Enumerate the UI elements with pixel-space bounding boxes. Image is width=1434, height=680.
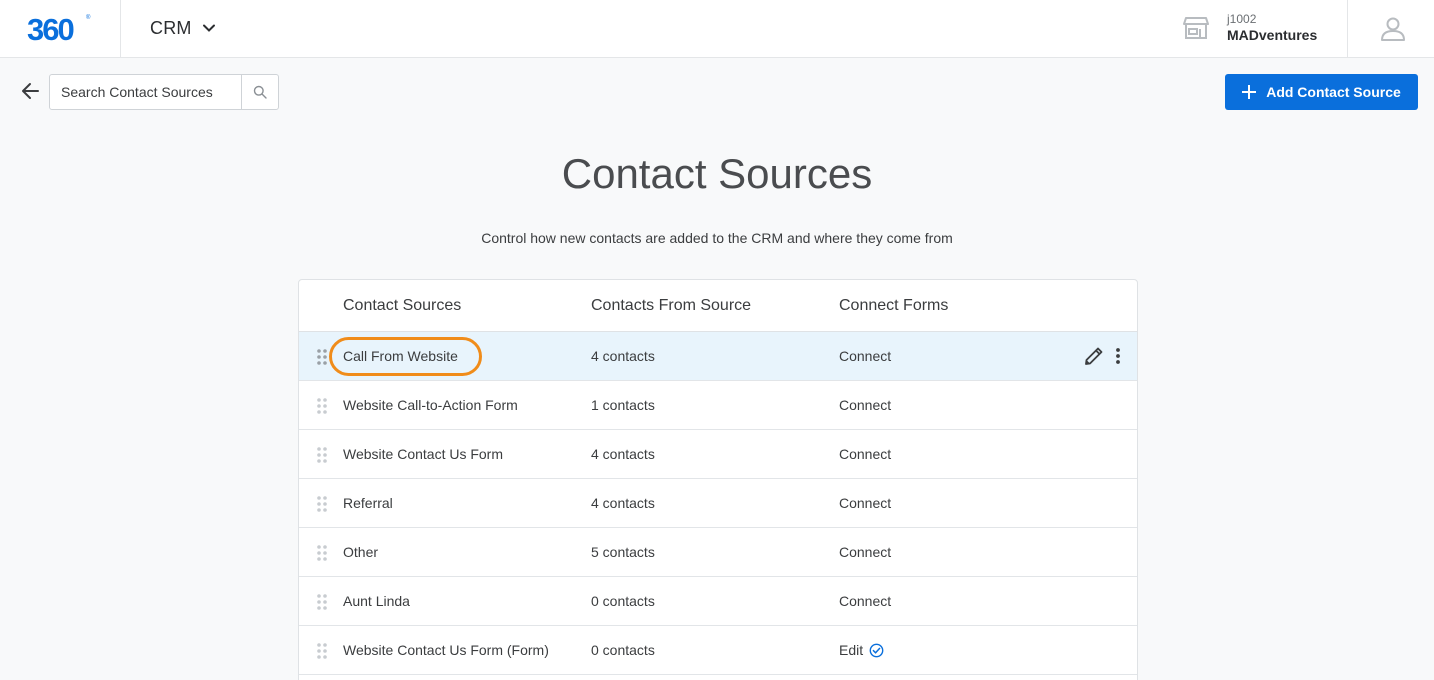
account-id: j1002 xyxy=(1227,12,1257,26)
source-name: Website Contact Us Form xyxy=(343,446,504,462)
connect-link[interactable]: Connect xyxy=(839,593,891,609)
drag-handle-icon[interactable] xyxy=(316,593,328,611)
source-name: Call From Website xyxy=(343,348,458,364)
search-button[interactable] xyxy=(241,75,278,109)
chevron-down-icon xyxy=(202,24,215,32)
back-arrow-icon[interactable] xyxy=(20,80,42,102)
column-header-contact-sources: Contact Sources xyxy=(343,297,462,314)
drag-handle-icon[interactable] xyxy=(316,642,328,660)
edit-form-link[interactable]: Edit xyxy=(839,642,884,658)
search-box xyxy=(49,74,279,110)
connect-link[interactable]: Connect xyxy=(839,495,891,511)
top-bar: 360 ® CRM j1002 MADventures xyxy=(0,0,1434,58)
source-name: Aunt Linda xyxy=(343,593,410,609)
divider xyxy=(1347,0,1348,58)
more-options-icon[interactable] xyxy=(1115,347,1121,365)
contact-count: 1 contacts xyxy=(591,397,655,413)
table-row[interactable]: Aunt Linda 0 contacts Connect xyxy=(299,577,1137,626)
source-name: Website Contact Us Form (Form) xyxy=(343,642,549,658)
drag-handle-icon[interactable] xyxy=(316,446,328,464)
table-row[interactable]: Website Contact Us Form 4 contacts Conne… xyxy=(299,430,1137,479)
table-row[interactable]: Referral 4 contacts Connect xyxy=(299,479,1137,528)
app-name: CRM xyxy=(150,17,192,38)
page-subtitle: Control how new contacts are added to th… xyxy=(481,230,953,246)
pencil-icon[interactable] xyxy=(1083,345,1105,367)
contact-sources-table: Contact Sources Contacts From Source Con… xyxy=(298,279,1138,680)
app-switcher[interactable]: CRM xyxy=(150,16,216,40)
table-header: Contact Sources Contacts From Source Con… xyxy=(299,280,1137,332)
source-name: Other xyxy=(343,544,379,560)
column-header-connect-forms: Connect Forms xyxy=(839,297,949,314)
add-button-label: Add Contact Source xyxy=(1266,84,1401,100)
connect-link[interactable]: Connect xyxy=(839,544,891,560)
user-icon[interactable] xyxy=(1380,16,1406,42)
table-row[interactable]: Call From Website 4 contacts Connect xyxy=(299,332,1137,381)
contact-count: 0 contacts xyxy=(591,593,655,609)
contact-count: 4 contacts xyxy=(591,446,655,462)
row-actions xyxy=(1083,345,1121,367)
contact-count: 4 contacts xyxy=(591,495,655,511)
edit-label: Edit xyxy=(839,642,864,658)
source-name: Website Call-to-Action Form xyxy=(343,397,518,413)
account-info[interactable]: j1002 MADventures xyxy=(1227,12,1317,44)
logo-text: 360 xyxy=(27,12,73,45)
contact-count: 4 contacts xyxy=(591,348,655,364)
contact-count: 5 contacts xyxy=(591,544,655,560)
column-header-contacts-from-source: Contacts From Source xyxy=(591,297,752,314)
drag-handle-icon[interactable] xyxy=(316,544,328,562)
table-row[interactable]: Other 5 contacts Connect xyxy=(299,528,1137,577)
drag-handle-icon[interactable] xyxy=(316,348,328,366)
connect-link[interactable]: Connect xyxy=(839,397,891,413)
table-row[interactable]: Website Call-to-Action Form 1 contacts C… xyxy=(299,381,1137,430)
store-icon[interactable] xyxy=(1183,16,1209,40)
source-name: Referral xyxy=(343,495,393,511)
connect-link[interactable]: Connect xyxy=(839,446,891,462)
contact-count: 0 contacts xyxy=(591,642,655,658)
page-title: Contact Sources xyxy=(561,150,873,197)
add-contact-source-button[interactable]: Add Contact Source xyxy=(1225,74,1418,110)
drag-handle-icon[interactable] xyxy=(316,495,328,513)
logo-360[interactable]: 360 ® xyxy=(26,11,94,45)
search-input[interactable] xyxy=(50,75,241,109)
check-circle-icon xyxy=(869,643,884,657)
search-icon xyxy=(253,85,267,99)
divider xyxy=(120,0,121,58)
account-name: MADventures xyxy=(1227,27,1318,43)
table-row[interactable]: Website Contact Us Form (Form) 0 contact… xyxy=(299,626,1137,675)
connect-link[interactable]: Connect xyxy=(839,348,891,364)
plus-icon xyxy=(1242,85,1257,99)
drag-handle-icon[interactable] xyxy=(316,397,328,415)
svg-text:®: ® xyxy=(86,14,91,21)
